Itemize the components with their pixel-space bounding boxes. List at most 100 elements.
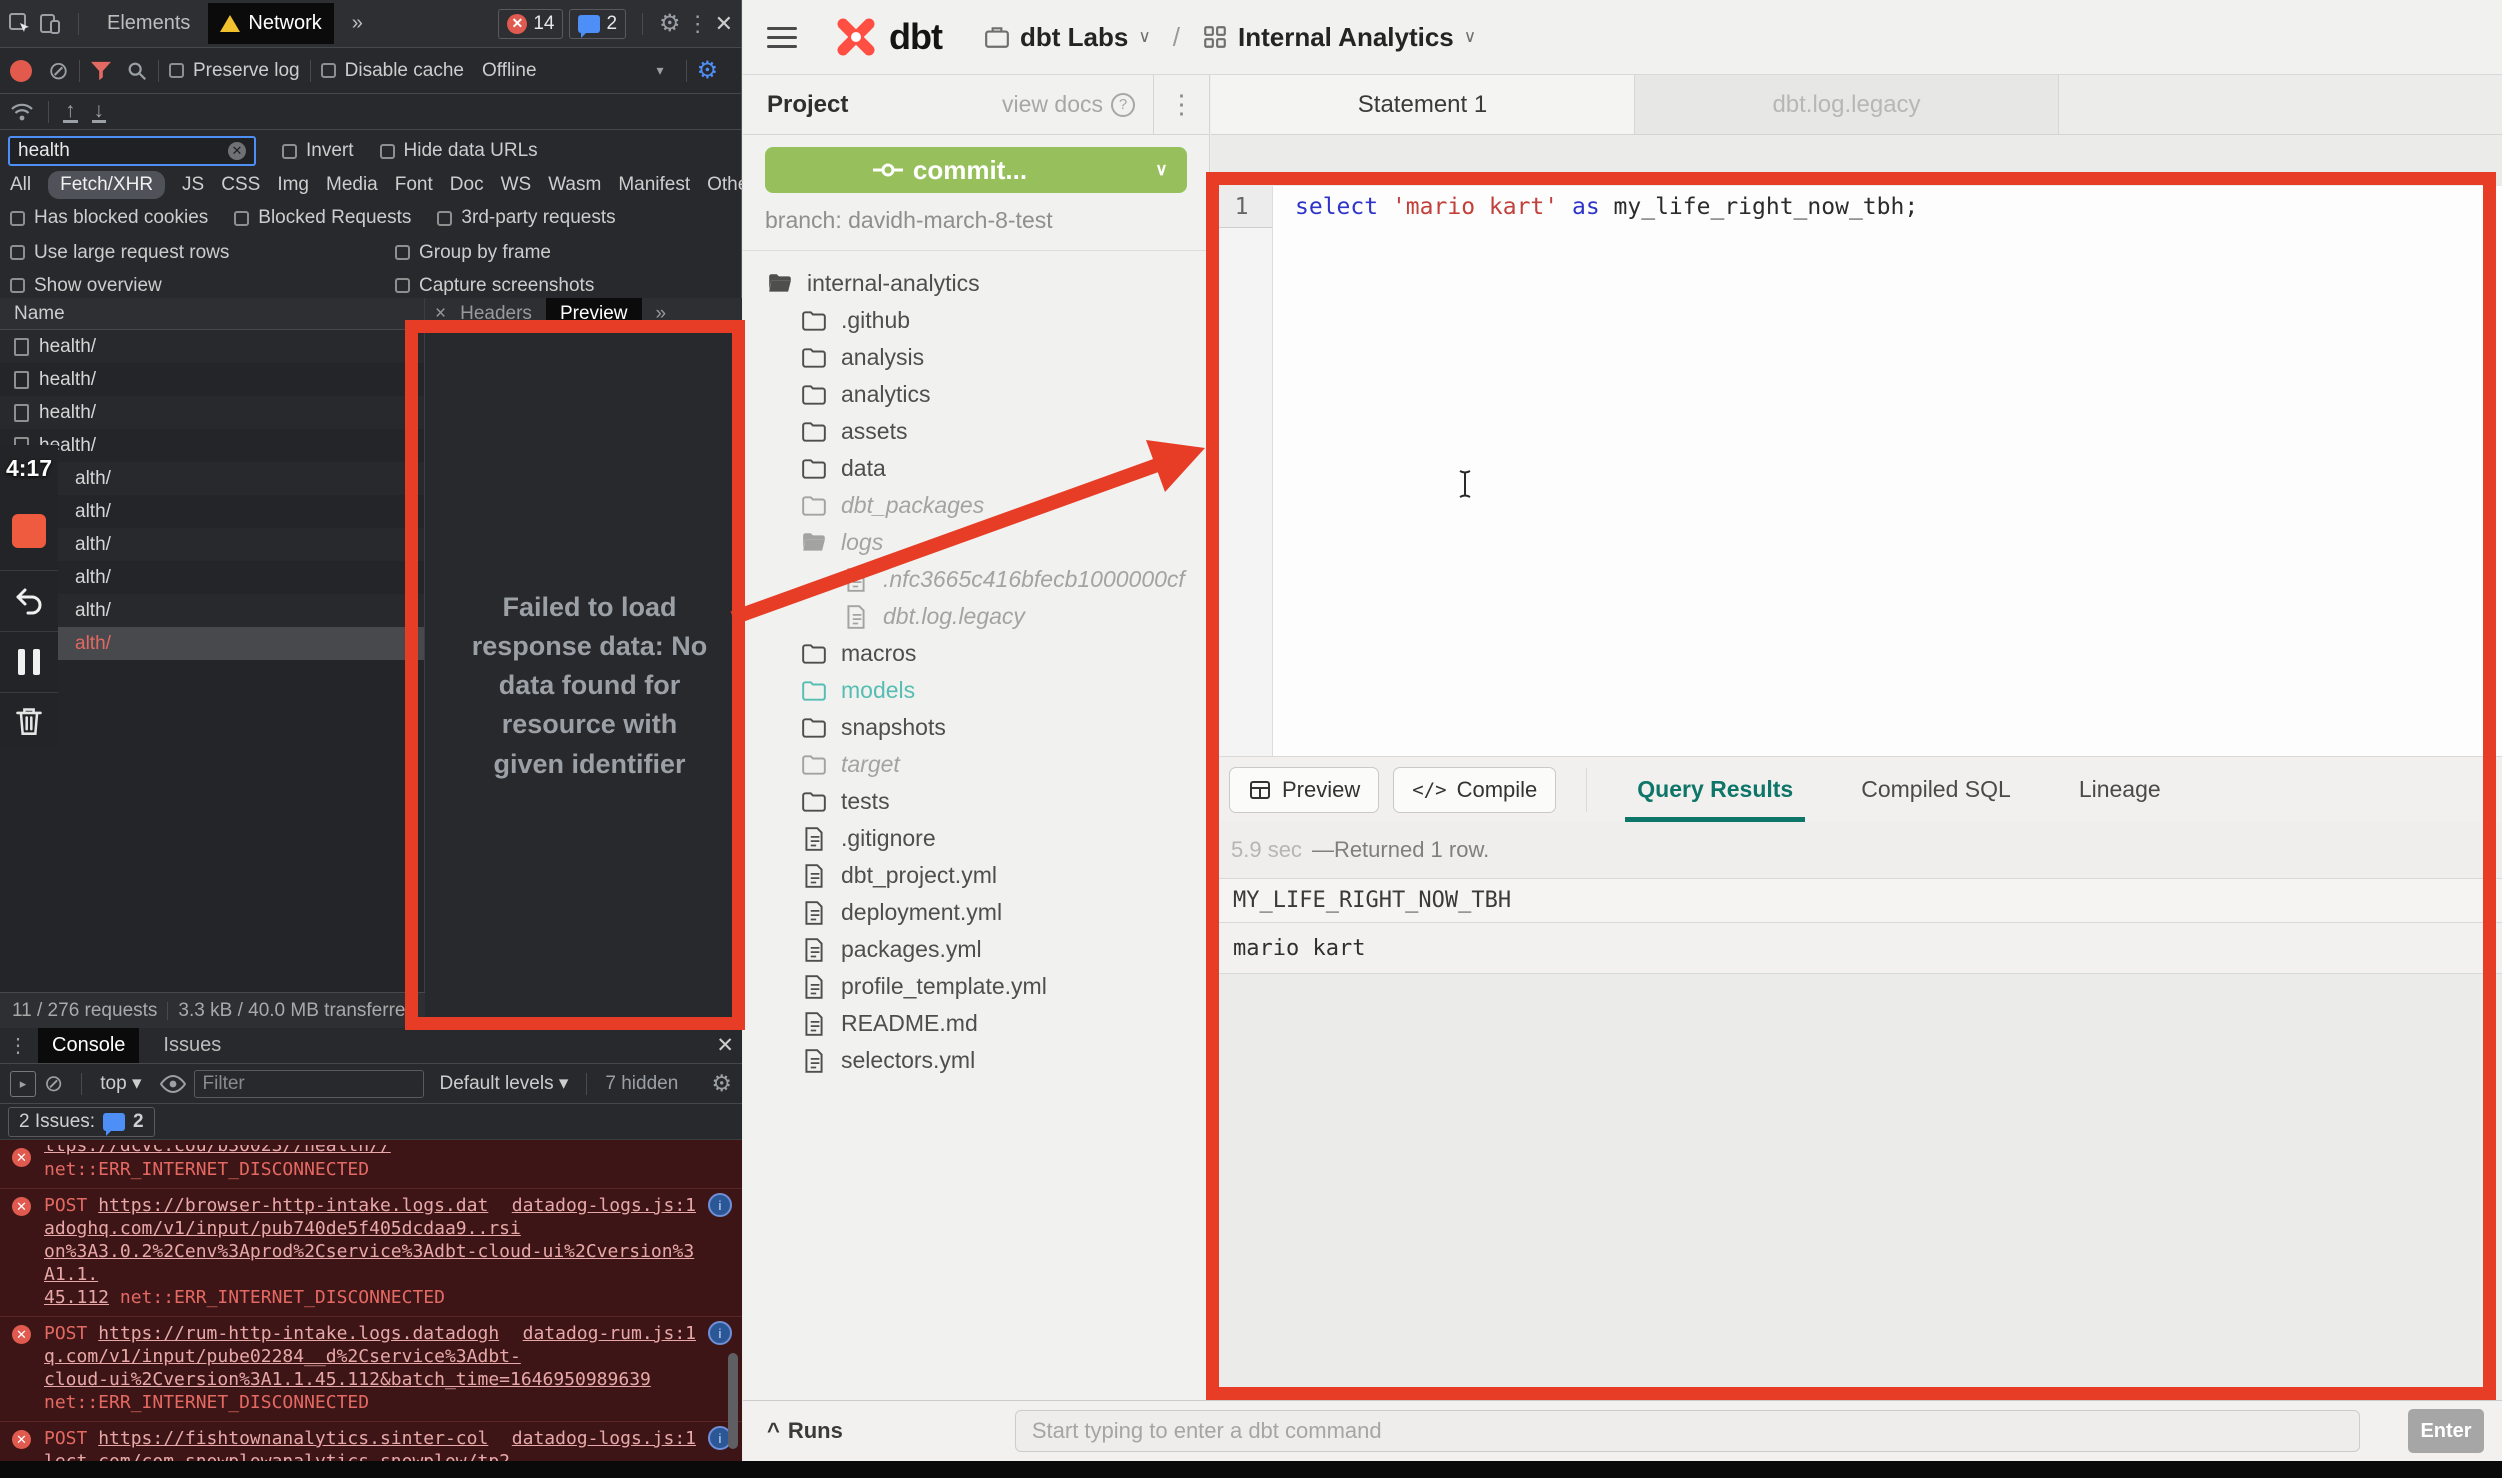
request-url-link[interactable]: adoghq.com/v1/input/pub740de5f405dcdaa9.…	[44, 1218, 521, 1239]
console-error-entry[interactable]: ✕▶POST https://browser-http-intake.logs.…	[0, 1189, 742, 1317]
request-url-link[interactable]: q.com/v1/input/pube02284__d%2Cservice%3A…	[44, 1346, 521, 1367]
type-filter-font[interactable]: Font	[395, 174, 433, 196]
sidebar-kebab-icon[interactable]: ⋮	[1153, 75, 1209, 134]
type-filter-fetchxhr[interactable]: Fetch/XHR	[48, 171, 165, 199]
settings-gear-icon[interactable]: ⚙	[659, 9, 681, 38]
type-filter-media[interactable]: Media	[326, 174, 378, 196]
console-filter-input[interactable]: Filter	[194, 1070, 424, 1098]
type-filter-doc[interactable]: Doc	[450, 174, 484, 196]
tree-item-logs[interactable]: logs	[743, 524, 1209, 561]
tree-item-target[interactable]: target	[743, 746, 1209, 783]
tree-item-README.md[interactable]: README.md	[743, 1005, 1209, 1042]
commit-button[interactable]: commit... ∨	[765, 147, 1187, 193]
issues-count-badge[interactable]: 2	[569, 9, 626, 39]
request-row[interactable]: alth/	[0, 561, 424, 594]
name-column-header[interactable]: Name	[0, 298, 424, 330]
error-count-badge[interactable]: ✕14	[498, 9, 563, 39]
tab-console[interactable]: Console	[38, 1028, 139, 1063]
view-docs-link[interactable]: view docs?	[1002, 91, 1135, 118]
console-error-entry[interactable]: ✕▶POST https://rum-http-intake.logs.data…	[0, 1317, 742, 1422]
account-switcher[interactable]: dbt Labs∨	[984, 22, 1151, 53]
type-filter-js[interactable]: JS	[182, 174, 204, 196]
clear-console-icon[interactable]: ⊘	[44, 1070, 63, 1097]
console-sidebar-icon[interactable]: ▸	[10, 1071, 36, 1097]
request-url-link[interactable]: cloud-ui%2Cversion%3A1.1.45.112&batch_ti…	[44, 1369, 651, 1390]
tree-item-dbt_packages[interactable]: dbt_packages	[743, 487, 1209, 524]
hamburger-menu-icon[interactable]	[767, 21, 797, 54]
request-row[interactable]: alth/	[0, 462, 424, 495]
request-url-link[interactable]: ttps://dcvc.cou/b30023//health//	[44, 1145, 702, 1157]
project-switcher[interactable]: Internal Analytics∨	[1202, 22, 1476, 53]
checkbox[interactable]	[395, 245, 410, 260]
eye-icon[interactable]	[160, 1075, 186, 1093]
request-url-link[interactable]: https://rum-http-intake.logs.datadogh	[98, 1323, 499, 1344]
type-filter-ws[interactable]: WS	[501, 174, 532, 196]
log-levels-select[interactable]: Default levels ▾	[440, 1072, 569, 1095]
close-devtools-icon[interactable]: ✕	[715, 11, 733, 37]
source-location-link[interactable]: datadog-logs.js:1	[512, 1194, 696, 1217]
request-url-link[interactable]: https://browser-http-intake.logs.dat	[98, 1195, 488, 1216]
issue-info-icon[interactable]: i	[708, 1321, 732, 1345]
editor-tab-statement-1[interactable]: Statement 1	[1211, 75, 1635, 134]
tree-item-snapshots[interactable]: snapshots	[743, 709, 1209, 746]
tree-item-.nfc3665c416bfecb1000000cf[interactable]: .nfc3665c416bfecb1000000cf	[743, 561, 1209, 598]
issue-info-icon[interactable]: i	[708, 1193, 732, 1217]
tree-item-assets[interactable]: assets	[743, 413, 1209, 450]
filter-funnel-icon[interactable]	[90, 61, 112, 81]
tree-item-data[interactable]: data	[743, 450, 1209, 487]
request-row[interactable]: alth/	[0, 627, 424, 660]
pause-recording-button[interactable]	[0, 631, 58, 692]
request-row[interactable]: health/	[0, 363, 424, 396]
device-toolbar-icon[interactable]	[38, 12, 62, 36]
enter-button[interactable]: Enter	[2408, 1409, 2484, 1453]
tree-item-analytics[interactable]: analytics	[743, 376, 1209, 413]
type-filter-css[interactable]: CSS	[221, 174, 260, 196]
hide-data-urls-checkbox[interactable]	[380, 144, 395, 159]
request-row[interactable]: health/	[0, 396, 424, 429]
result-tab-query-results[interactable]: Query Results	[1637, 776, 1793, 803]
request-url-link[interactable]: on%3A3.0.2%2Cenv%3Aprod%2Cservice%3Adbt-…	[44, 1241, 694, 1285]
request-row[interactable]: health/	[0, 330, 424, 363]
checkbox[interactable]	[10, 211, 25, 226]
tab-preview[interactable]: Preview	[546, 298, 642, 330]
checkbox[interactable]	[10, 245, 25, 260]
tab-issues[interactable]: Issues	[149, 1028, 235, 1063]
export-har-icon[interactable]: ↓	[92, 101, 107, 123]
result-tab-compiled-sql[interactable]: Compiled SQL	[1861, 776, 2011, 803]
invert-checkbox[interactable]	[282, 144, 297, 159]
network-conditions-icon[interactable]	[10, 102, 34, 122]
checkbox[interactable]	[10, 278, 25, 293]
console-error-entry[interactable]: ✕ttps://dcvc.cou/b30023//health//net::ER…	[0, 1140, 742, 1189]
tree-item-.github[interactable]: .github	[743, 302, 1209, 339]
tree-item-packages.yml[interactable]: packages.yml	[743, 931, 1209, 968]
tree-item-tests[interactable]: tests	[743, 783, 1209, 820]
request-row[interactable]: health/	[0, 429, 424, 462]
console-context-select[interactable]: top ▾	[100, 1072, 141, 1095]
request-row[interactable]: alth/	[0, 495, 424, 528]
type-filter-img[interactable]: Img	[277, 174, 309, 196]
preview-button[interactable]: Preview	[1229, 767, 1379, 813]
tree-item-selectors.yml[interactable]: selectors.yml	[743, 1042, 1209, 1079]
throttling-select[interactable]: Offline	[482, 60, 537, 82]
checkbox[interactable]	[437, 211, 452, 226]
code-editor[interactable]: 1 select 'mario kart' as my_life_right_n…	[1211, 186, 2502, 756]
request-row[interactable]: alth/	[0, 528, 424, 561]
console-settings-gear-icon[interactable]: ⚙	[711, 1070, 732, 1097]
type-filter-wasm[interactable]: Wasm	[548, 174, 601, 196]
clear-filter-icon[interactable]: ✕	[228, 142, 246, 160]
record-icon[interactable]	[10, 60, 32, 82]
preserve-log-checkbox[interactable]	[169, 63, 184, 78]
restart-recording-button[interactable]	[0, 570, 58, 631]
request-url-link[interactable]: https://fishtownanalytics.sinter-col	[98, 1428, 488, 1449]
more-tabs-chevron[interactable]: »	[340, 3, 375, 44]
source-location-link[interactable]: datadog-logs.js:1	[512, 1427, 696, 1450]
compile-button[interactable]: </> Compile	[1393, 767, 1556, 813]
result-tab-lineage[interactable]: Lineage	[2079, 776, 2161, 803]
search-icon[interactable]	[126, 60, 148, 82]
dbt-command-input[interactable]: Start typing to enter a dbt command	[1015, 1410, 2360, 1452]
disable-cache-checkbox[interactable]	[321, 63, 336, 78]
delete-recording-button[interactable]	[0, 692, 58, 748]
network-filter-input[interactable]: health ✕	[8, 136, 256, 166]
request-url-link[interactable]: lect.com/com.snowplowanalytics.snowplow/…	[44, 1451, 510, 1461]
type-filter-all[interactable]: All	[10, 174, 31, 196]
